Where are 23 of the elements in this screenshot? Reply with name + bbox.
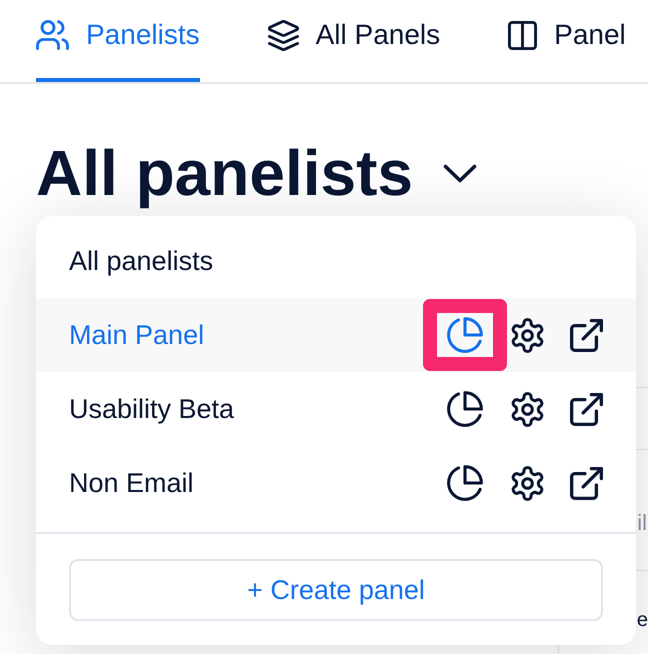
- external-link-icon[interactable]: [570, 466, 603, 500]
- menu-item[interactable]: All panelists: [36, 224, 636, 298]
- create-panel-button[interactable]: + Create panel: [69, 559, 603, 621]
- pie-chart-icon[interactable]: [447, 465, 483, 501]
- columns-icon: [508, 20, 538, 50]
- users-icon: [36, 20, 69, 50]
- external-link-icon[interactable]: [570, 318, 603, 352]
- tab[interactable]: All Panels: [268, 0, 440, 82]
- layers-icon: [268, 20, 299, 50]
- partial-table-text: il: [637, 508, 648, 537]
- page-title-dropdown[interactable]: All panelists: [36, 135, 477, 212]
- tab[interactable]: Panelists: [36, 0, 200, 82]
- settings-icon[interactable]: [510, 318, 545, 352]
- tab[interactable]: Panel: [508, 0, 626, 82]
- menu-item[interactable]: Usability Beta: [36, 372, 636, 446]
- menu-item[interactable]: Main Panel: [36, 298, 636, 372]
- pie-chart-icon[interactable]: [447, 391, 483, 427]
- chevron-down-icon: [443, 164, 477, 183]
- external-link-icon[interactable]: [570, 392, 603, 426]
- menu-item[interactable]: Non Email: [36, 446, 636, 520]
- settings-icon[interactable]: [510, 392, 545, 426]
- settings-icon[interactable]: [510, 466, 545, 500]
- partial-table-text: e: [636, 608, 648, 633]
